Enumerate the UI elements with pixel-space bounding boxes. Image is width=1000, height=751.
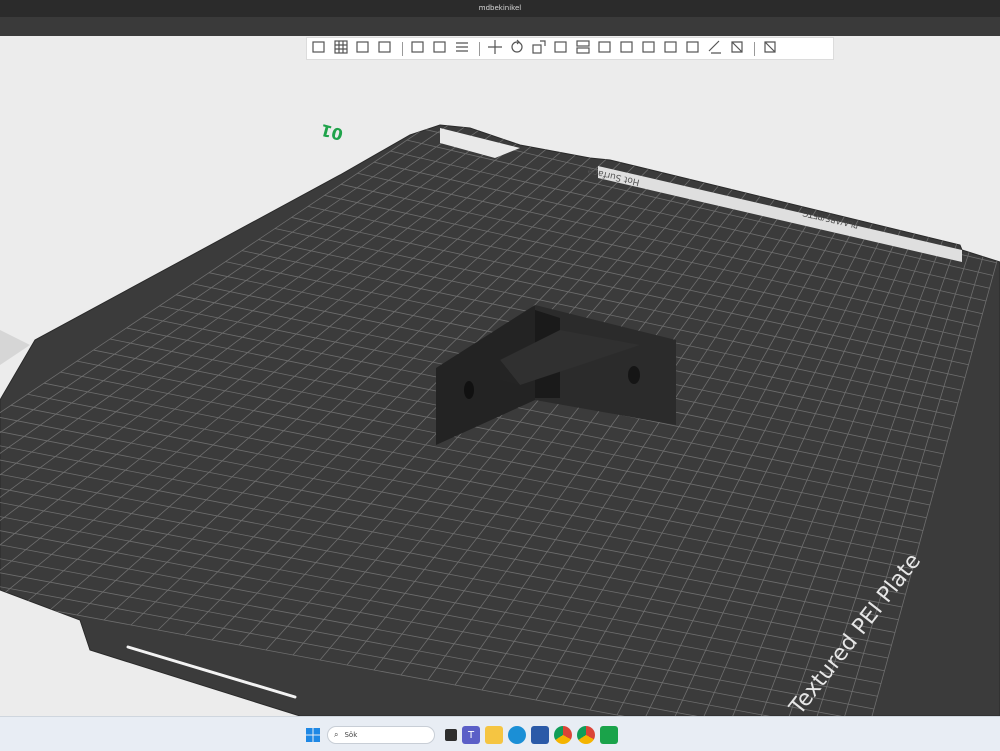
add-object-icon [311, 39, 327, 59]
layers-button[interactable] [452, 39, 472, 59]
lay-on-face-button[interactable] [551, 39, 571, 59]
assembly-view-icon [762, 39, 778, 59]
move-icon [487, 39, 503, 59]
search-icon: ⌕ [334, 730, 339, 739]
mesh-boolean-button[interactable] [595, 39, 615, 59]
taskbar-search-input[interactable]: ⌕ Sök [327, 726, 435, 744]
auto-orient-button[interactable] [353, 39, 373, 59]
teams-icon[interactable]: T [462, 726, 480, 744]
window-titlebar: mdbekinikel [0, 0, 1000, 17]
window-title: mdbekinikel [478, 4, 522, 12]
add-object-button[interactable] [309, 39, 329, 59]
add-plate-icon [333, 39, 349, 59]
windows-start-icon[interactable] [304, 726, 322, 744]
bambu-studio-icon[interactable] [600, 726, 618, 744]
seam-paint-icon [641, 39, 657, 59]
toolbar-separator [479, 41, 480, 56]
assembly-view-button[interactable] [760, 39, 780, 59]
rotate-button[interactable] [507, 39, 527, 59]
file-explorer-icon[interactable] [485, 726, 503, 744]
copy-button[interactable] [408, 39, 428, 59]
task-view-icon[interactable] [445, 729, 457, 741]
cut-button[interactable] [573, 39, 593, 59]
move-button[interactable] [485, 39, 505, 59]
text-emboss-icon [685, 39, 701, 59]
toolbar-separator [754, 41, 755, 56]
cut-icon [575, 39, 591, 59]
main-toolbar [306, 37, 834, 60]
add-plate-button[interactable] [331, 39, 351, 59]
support-paint-button[interactable] [617, 39, 637, 59]
paste-button[interactable] [430, 39, 450, 59]
fuzzy-skin-button[interactable] [661, 39, 681, 59]
support-paint-icon [619, 39, 635, 59]
layers-icon [454, 39, 470, 59]
fuzzy-skin-icon [663, 39, 679, 59]
copy-icon [410, 39, 426, 59]
windows-taskbar: ⌕ Sök T [0, 716, 1000, 751]
assembly-button[interactable] [727, 39, 747, 59]
toolbar-separator [402, 41, 403, 56]
chrome-profile-icon[interactable] [577, 726, 595, 744]
store-icon[interactable] [531, 726, 549, 744]
edge-icon[interactable] [508, 726, 526, 744]
seam-paint-button[interactable] [639, 39, 659, 59]
auto-orient-icon [355, 39, 371, 59]
paste-icon [432, 39, 448, 59]
scale-button[interactable] [529, 39, 549, 59]
mesh-boolean-icon [597, 39, 613, 59]
text-emboss-button[interactable] [683, 39, 703, 59]
search-placeholder: Sök [344, 731, 358, 739]
measure-icon [707, 39, 723, 59]
build-plate-scene[interactable]: Hot Surface PLA/ABS/PETG 01 Textured PEI… [0, 36, 1000, 716]
menu-bar [0, 17, 1000, 37]
measure-button[interactable] [705, 39, 725, 59]
scale-icon [531, 39, 547, 59]
plate-number: 01 [319, 120, 345, 144]
3d-viewport[interactable]: Hot Surface PLA/ABS/PETG 01 Textured PEI… [0, 36, 1000, 716]
rotate-icon [509, 39, 525, 59]
assembly-icon [729, 39, 745, 59]
arrange-icon [377, 39, 393, 59]
lay-on-face-icon [553, 39, 569, 59]
chrome-icon[interactable] [554, 726, 572, 744]
arrange-button[interactable] [375, 39, 395, 59]
